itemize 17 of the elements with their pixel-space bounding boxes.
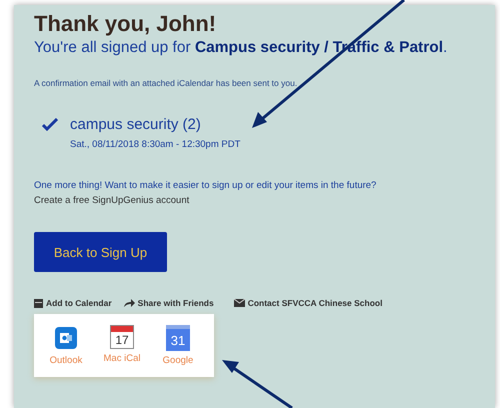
create-account-link[interactable]: Create a free SignUpGenius account <box>34 195 190 206</box>
back-button[interactable]: Back to Sign Up <box>34 232 167 272</box>
heading: Thank you, John! <box>34 11 216 37</box>
calendar-icon[interactable]: 31 <box>166 325 190 351</box>
calendar-icon[interactable]: 17 <box>110 325 134 349</box>
outlook-icon[interactable] <box>54 325 78 351</box>
action-link[interactable]: Share with Friends <box>138 298 214 308</box>
action-link[interactable]: Add to Calendar <box>46 298 112 308</box>
arrow-icon <box>124 299 135 307</box>
action-link[interactable]: Contact SFVCCA Chinese School <box>248 298 382 308</box>
item-title: campus security (2) <box>70 116 201 133</box>
confirmation-text: A confirmation email with an attached iCalendar has been sent to you. <box>34 78 298 88</box>
item-date: Sat., 08/11/2018 8:30am - 12:30pm PDT <box>70 139 240 150</box>
pointer-arrow <box>222 360 293 408</box>
promo-text: One more thing! Want to make it easier to sign up or edit your items in the future? <box>34 180 376 191</box>
envelope-icon <box>234 299 245 307</box>
calendar-icon <box>34 298 43 308</box>
